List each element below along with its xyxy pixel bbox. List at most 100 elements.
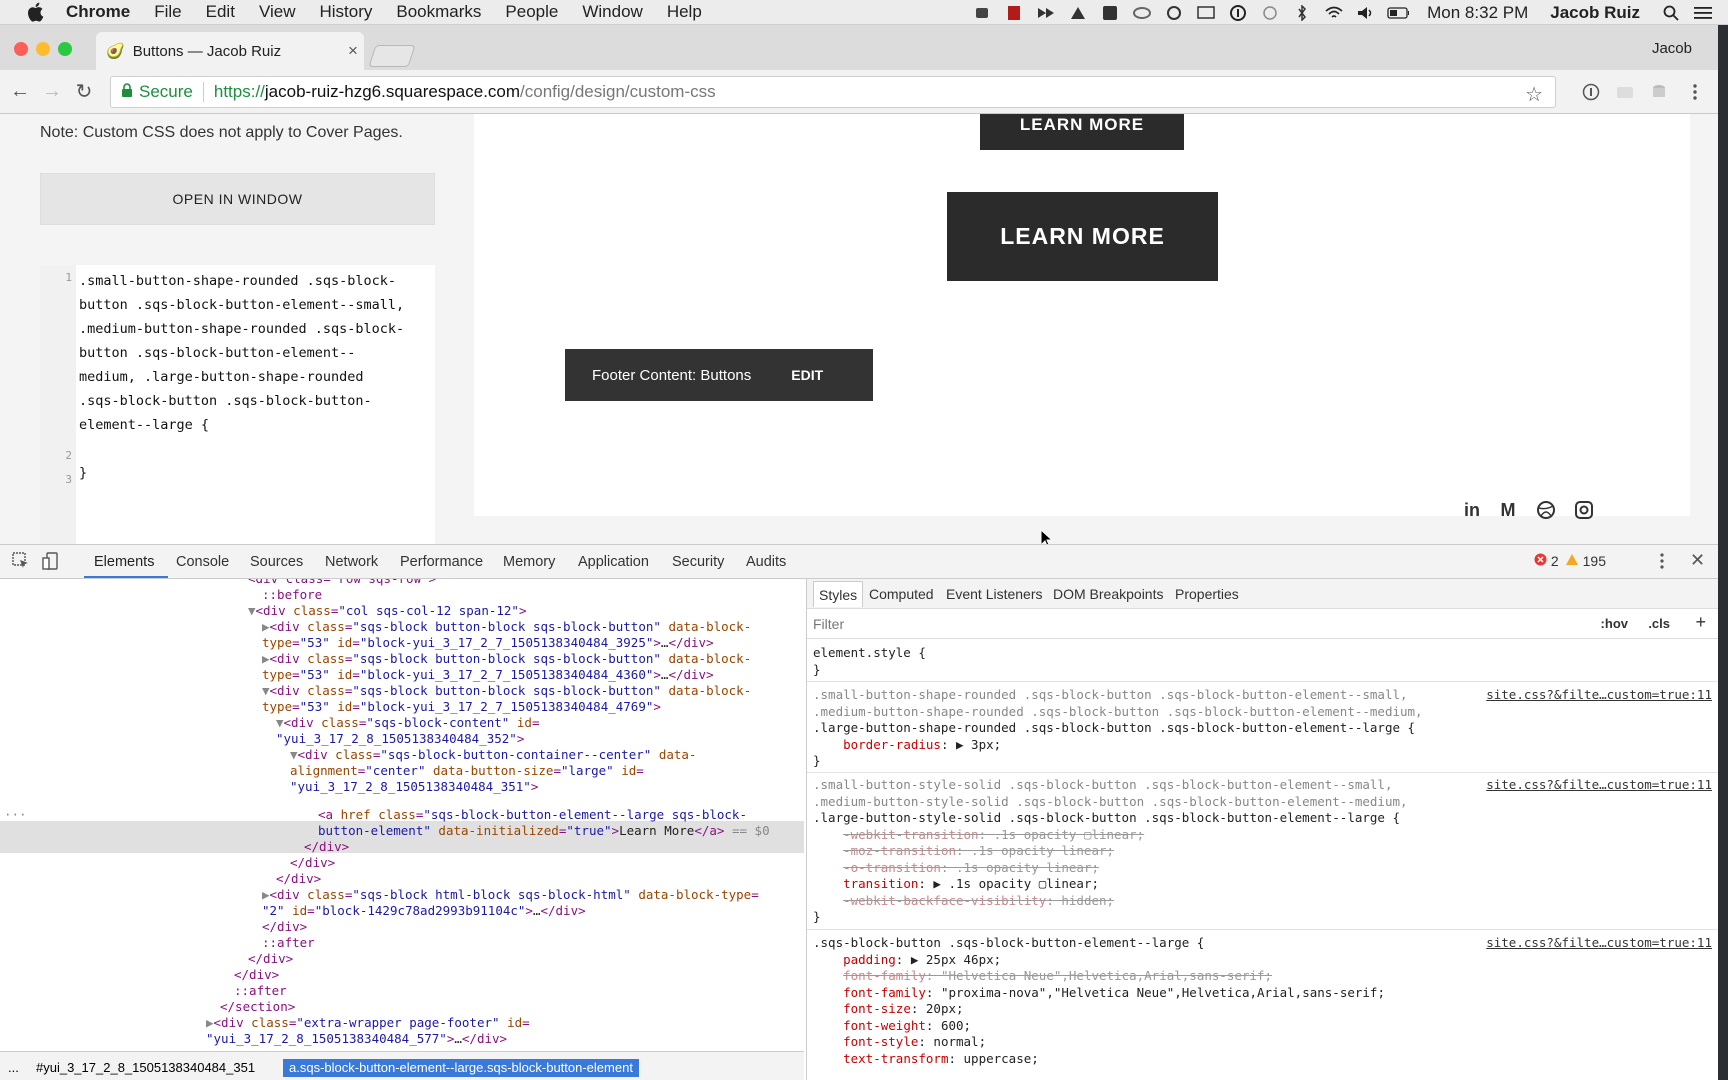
dom-node[interactable]: ▶<div class="sqs-block button-block sqs-…: [262, 651, 751, 667]
menu-people[interactable]: People: [505, 2, 558, 22]
tab-performance[interactable]: Performance: [400, 554, 483, 570]
tab-audits[interactable]: Audits: [746, 554, 786, 570]
transition-rule[interactable]: .small-button-style-solid .sqs-block-but…: [813, 777, 1408, 926]
apple-icon[interactable]: [26, 2, 46, 22]
1password-icon[interactable]: [1227, 4, 1249, 21]
dom-node[interactable]: ▶<div class="sqs-block button-block sqs-…: [262, 619, 751, 635]
source-link[interactable]: site.css?&filte…custom=true:11: [1486, 935, 1712, 950]
breadcrumb-container[interactable]: #yui_3_17_2_8_1505138340484_351: [36, 1060, 255, 1075]
window-minimize-button[interactable]: [36, 42, 50, 56]
device-toolbar-icon[interactable]: [42, 552, 60, 574]
bluetooth-icon[interactable]: [1291, 4, 1313, 21]
dom-node[interactable]: ::after: [234, 983, 287, 999]
menu-view[interactable]: View: [259, 2, 296, 22]
source-link[interactable]: site.css?&filte…custom=true:11: [1486, 687, 1712, 702]
tab-security[interactable]: Security: [672, 554, 724, 570]
menu-history[interactable]: History: [319, 2, 372, 22]
tab-properties[interactable]: Properties: [1175, 586, 1239, 602]
screen-icon[interactable]: [1195, 5, 1217, 21]
tab-application[interactable]: Application: [578, 554, 649, 570]
menu-clock[interactable]: Mon 8:32 PM: [1427, 3, 1528, 23]
database-extension-icon[interactable]: [1648, 81, 1670, 103]
address-bar[interactable]: Secure https:// jacob-ruiz-hzg6.squaresp…: [110, 76, 1556, 108]
menu-app-chrome[interactable]: Chrome: [66, 2, 130, 22]
film-icon[interactable]: [1003, 5, 1025, 21]
tab-elements[interactable]: Elements: [94, 554, 154, 570]
bookmark-star-icon[interactable]: ☆: [1525, 82, 1543, 107]
tab-console[interactable]: Console: [176, 554, 229, 570]
menu-file[interactable]: File: [154, 2, 181, 22]
inspect-element-icon[interactable]: [12, 552, 30, 574]
menu-edit[interactable]: Edit: [206, 2, 235, 22]
dom-node[interactable]: ::after: [262, 935, 315, 951]
console-status[interactable]: 2 195: [1534, 553, 1606, 569]
breadcrumb-selected[interactable]: a.sqs-block-button-element--large.sqs-bl…: [283, 1059, 639, 1077]
window-zoom-button[interactable]: [58, 42, 72, 56]
menu-bookmarks[interactable]: Bookmarks: [396, 2, 481, 22]
learn-more-medium-button[interactable]: LEARN MORE: [980, 114, 1184, 150]
dom-node[interactable]: ::before: [262, 587, 322, 603]
camera-extension-icon[interactable]: [1614, 81, 1636, 103]
volume-icon[interactable]: [1355, 5, 1377, 21]
drive-icon[interactable]: [1067, 5, 1089, 21]
tab-memory[interactable]: Memory: [503, 554, 555, 570]
tab-computed[interactable]: Computed: [869, 586, 934, 602]
node-ellipsis-icon[interactable]: ···: [4, 807, 27, 823]
dom-node[interactable]: ▼<div class="sqs-block-button-container-…: [290, 747, 696, 763]
window-close-button[interactable]: [14, 42, 28, 56]
dom-node[interactable]: ▼<div class="col sqs-col-12 span-12">: [248, 603, 527, 619]
sync-icon[interactable]: [1163, 5, 1185, 21]
new-tab-button[interactable]: [368, 45, 416, 67]
tab-close-icon[interactable]: ×: [342, 41, 364, 61]
reload-icon[interactable]: ↻: [72, 79, 96, 103]
new-style-rule-icon[interactable]: +: [1695, 612, 1706, 633]
tab-dom-breakpoints[interactable]: DOM Breakpoints: [1053, 586, 1163, 602]
wifi-icon[interactable]: [1323, 5, 1345, 21]
dom-node[interactable]: <div class="row sqs-row">: [248, 579, 436, 587]
browser-tab[interactable]: 🥑 Buttons — Jacob Ruiz ×: [96, 32, 364, 70]
profile-name[interactable]: Jacob: [1652, 40, 1692, 57]
status-icon-1[interactable]: [971, 5, 993, 21]
selected-dom-node[interactable]: <a href class="sqs-block-button-element-…: [318, 807, 747, 823]
hov-toggle[interactable]: :hov: [1601, 616, 1628, 631]
devtools-menu-icon[interactable]: [1660, 553, 1664, 573]
instagram-icon[interactable]: [1572, 499, 1596, 521]
time-machine-icon[interactable]: [1259, 5, 1281, 21]
element-style-rule[interactable]: element.style { }: [813, 645, 926, 678]
k-app-icon[interactable]: [1099, 5, 1121, 21]
source-link[interactable]: site.css?&filte…custom=true:11: [1486, 777, 1712, 792]
footer-content-bar[interactable]: Footer Content: Buttons EDIT: [565, 349, 873, 401]
styles-filter-input[interactable]: Filter: [813, 616, 844, 632]
tab-sources[interactable]: Sources: [250, 554, 303, 570]
tab-styles[interactable]: Styles: [813, 581, 864, 607]
battery-icon[interactable]: [1387, 5, 1410, 21]
learn-more-large-button[interactable]: LEARN MORE: [947, 192, 1218, 281]
notification-center-icon[interactable]: [1692, 5, 1714, 21]
css-code-editor[interactable]: 1 2 3 .small-button-shape-rounded .sqs-b…: [40, 265, 435, 544]
open-in-window-button[interactable]: OPEN IN WINDOW: [40, 173, 435, 225]
border-radius-rule[interactable]: .small-button-shape-rounded .sqs-block-b…: [813, 687, 1423, 770]
breadcrumb-more[interactable]: ...: [8, 1060, 19, 1075]
back-arrow-icon[interactable]: ←: [8, 79, 32, 103]
arrows-icon[interactable]: [1035, 5, 1057, 21]
info-extension-icon[interactable]: [1580, 81, 1602, 103]
dom-node[interactable]: ▼<div class="sqs-block button-block sqs-…: [262, 683, 751, 699]
tab-event-listeners[interactable]: Event Listeners: [946, 586, 1043, 602]
creative-cloud-icon[interactable]: [1131, 5, 1153, 21]
spotlight-search-icon[interactable]: [1660, 5, 1682, 21]
chrome-menu-icon[interactable]: [1684, 81, 1706, 103]
dom-node[interactable]: ▶<div class="sqs-block html-block sqs-bl…: [262, 887, 759, 903]
dom-node[interactable]: ▶<div class="extra-wrapper page-footer" …: [206, 1015, 530, 1031]
elements-tree[interactable]: <div class="row sqs-row"> ::before ▼<div…: [0, 579, 804, 1051]
menu-user[interactable]: Jacob Ruiz: [1550, 3, 1640, 23]
linkedin-icon[interactable]: in: [1460, 499, 1484, 521]
tab-network[interactable]: Network: [325, 554, 378, 570]
devtools-close-icon[interactable]: ✕: [1690, 550, 1705, 571]
cls-toggle[interactable]: .cls: [1648, 616, 1670, 631]
menu-window[interactable]: Window: [582, 2, 642, 22]
menu-help[interactable]: Help: [667, 2, 702, 22]
footer-edit-button[interactable]: EDIT: [791, 367, 823, 383]
dom-node[interactable]: ▼<div class="sqs-block-content" id=: [276, 715, 539, 731]
large-button-rule[interactable]: .sqs-block-button .sqs-block-button-elem…: [813, 935, 1385, 1067]
forward-arrow-icon[interactable]: →: [40, 79, 64, 103]
